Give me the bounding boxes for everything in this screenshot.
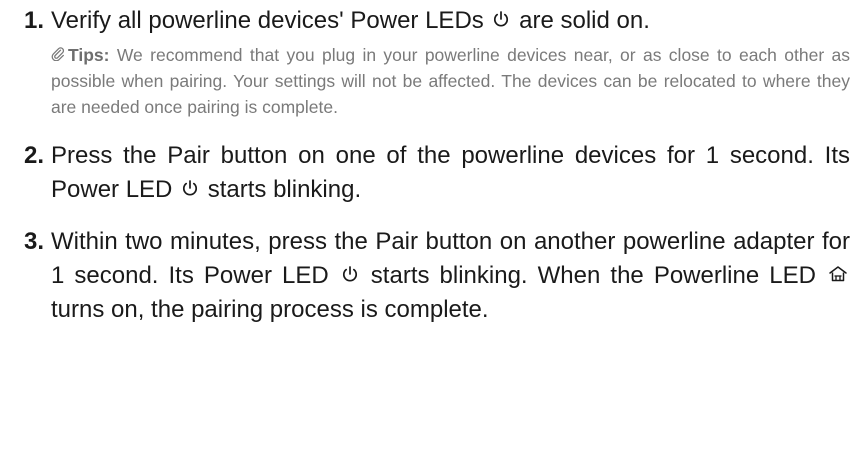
power-icon <box>492 10 510 28</box>
step-number: 2. <box>24 142 45 169</box>
tips-text: We recommend that you plug in your power… <box>51 45 850 117</box>
step-body: Within two minutes, press the Pair butto… <box>51 225 850 327</box>
step-text: Press the Pair button on one of the powe… <box>51 142 850 203</box>
step-1: 1. Verify all powerline devices' Power L… <box>24 4 850 120</box>
step-number: 1. <box>24 7 45 34</box>
step-text: Verify all powerline devices' Power LEDs <box>51 7 491 34</box>
step-body: Verify all powerline devices' Power LEDs… <box>51 4 850 120</box>
step-body: Press the Pair button on one of the powe… <box>51 139 850 207</box>
step-text: are solid on. <box>512 7 650 34</box>
step-number: 3. <box>24 228 45 255</box>
power-icon <box>181 179 199 197</box>
step-text: starts blinking. <box>201 176 362 203</box>
tips-note: Tips: We recommend that you plug in your… <box>51 42 850 120</box>
tips-label: Tips: <box>68 45 110 65</box>
house-icon <box>828 265 848 283</box>
instruction-document: 1. Verify all powerline devices' Power L… <box>0 0 858 454</box>
paperclip-icon <box>51 47 65 62</box>
step-2: 2. Press the Pair button on one of the p… <box>24 139 850 207</box>
step-3: 3. Within two minutes, press the Pair bu… <box>24 225 850 327</box>
step-text: starts blinking. When the Powerline LED <box>360 262 827 289</box>
step-text: turns on, the pairing process is complet… <box>51 296 489 323</box>
power-icon <box>341 265 359 283</box>
